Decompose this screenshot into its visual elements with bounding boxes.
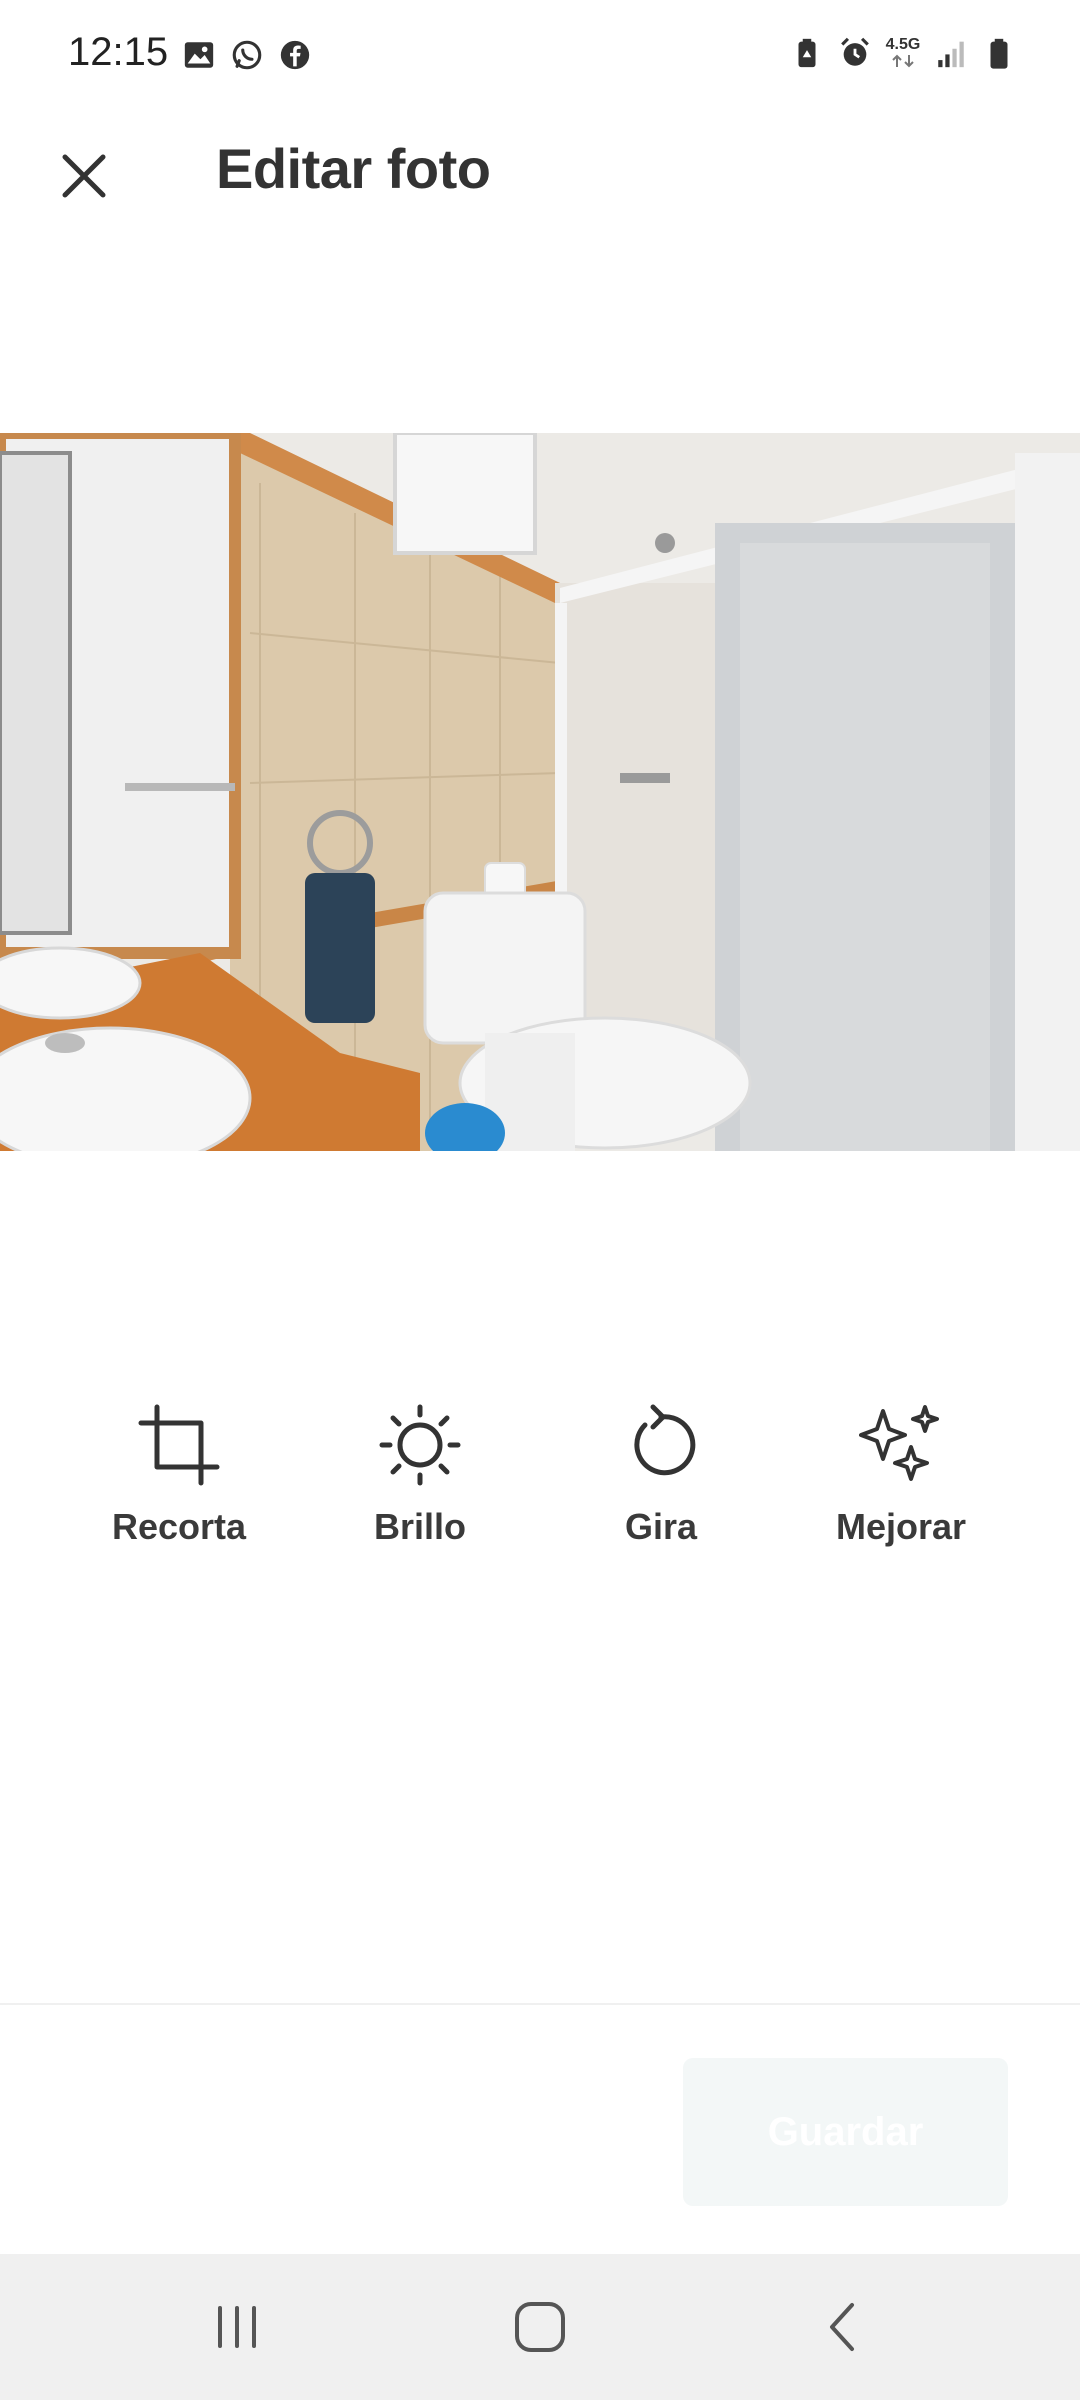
rotate-tool-button[interactable]: Gira — [561, 1400, 761, 1570]
back-icon — [830, 2303, 854, 2351]
data-arrows-icon — [892, 54, 914, 68]
home-icon — [515, 2302, 565, 2352]
edit-tools: Recorta Brillo Gira Mejorar — [0, 1400, 1080, 1580]
notification-icons — [182, 38, 312, 72]
brightness-tool-button[interactable]: Brillo — [320, 1400, 520, 1570]
crop-tool-label: Recorta — [111, 1506, 247, 1547]
brightness-icon — [379, 1404, 461, 1486]
battery-saver-icon — [798, 38, 816, 68]
save-button[interactable]: Guardar — [683, 2058, 1008, 2206]
network-label: 4.5G — [885, 36, 921, 53]
close-icon — [62, 154, 106, 198]
system-status-icons: 4.5G — [790, 36, 1016, 70]
rotate-tool-label: Gira — [624, 1506, 698, 1547]
rotate-icon — [634, 1404, 696, 1476]
status-time: 12:15 — [68, 30, 169, 74]
status-bar: 12:15 4.5G — [0, 0, 1080, 116]
sparkles-icon — [859, 1405, 939, 1481]
crop-icon — [138, 1404, 220, 1486]
bathroom-photo — [0, 433, 1080, 1151]
enhance-tool-button[interactable]: Mejorar — [801, 1400, 1001, 1570]
facebook-icon — [280, 40, 310, 70]
recent-apps-button[interactable] — [157, 2254, 317, 2400]
battery-icon — [990, 38, 1008, 69]
system-navigation-bar — [0, 2254, 1080, 2400]
back-button[interactable] — [762, 2254, 922, 2400]
header: Editar foto — [0, 116, 1080, 226]
signal-icon — [938, 41, 964, 68]
photo-preview — [0, 433, 1080, 1151]
edit-photo-screen: 12:15 4.5G Editar foto Recorta Brillo Gi… — [0, 0, 1080, 2400]
close-button[interactable] — [48, 140, 120, 212]
brightness-tool-label: Brillo — [373, 1506, 466, 1547]
whatsapp-icon — [232, 40, 262, 70]
enhance-tool-label: Mejorar — [835, 1506, 967, 1547]
page-title: Editar foto — [216, 137, 491, 200]
crop-tool-button[interactable]: Recorta — [79, 1400, 279, 1570]
network-4-5g-icon: 4.5G — [886, 37, 920, 69]
home-button[interactable] — [460, 2254, 620, 2400]
recent-apps-icon — [218, 2306, 256, 2348]
gallery-icon — [184, 42, 214, 68]
alarm-icon — [841, 37, 869, 66]
footer-divider — [0, 2003, 1080, 2005]
